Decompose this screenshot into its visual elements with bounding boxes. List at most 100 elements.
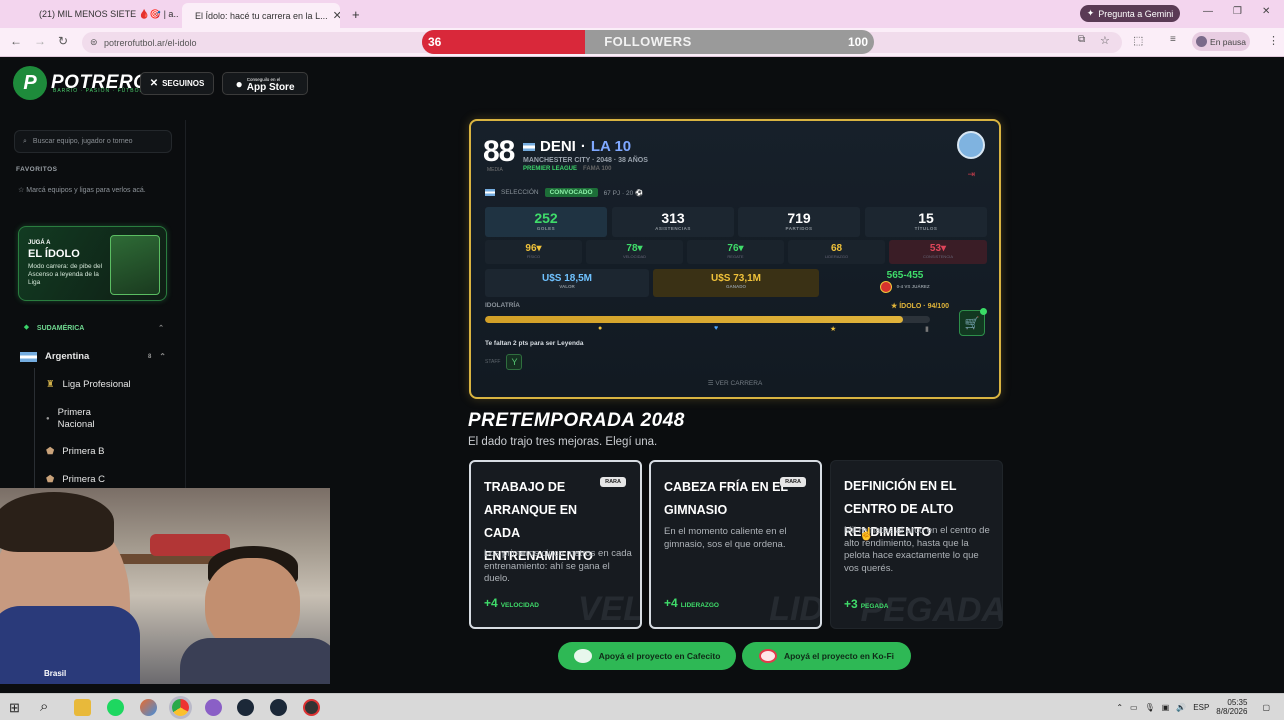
ver-carrera-link[interactable]: ☰ VER CARRERA — [471, 379, 999, 387]
volume-icon[interactable]: 🔊 — [1176, 703, 1186, 712]
argentina-flag-icon — [20, 351, 37, 362]
staff-member-icon[interactable]: Y — [506, 354, 523, 370]
battery-icon[interactable]: ▭ — [1130, 703, 1138, 712]
cafecito-icon — [573, 649, 592, 663]
bookmark-star-icon[interactable]: ☆ — [1100, 34, 1110, 47]
file-explorer-icon[interactable] — [74, 699, 91, 716]
rarity-badge: RARA — [780, 477, 806, 487]
site-info-icon[interactable]: ⊜ — [90, 37, 98, 48]
argentina-flag-icon — [523, 142, 535, 151]
close-tab-icon[interactable]: ✕ — [333, 9, 340, 22]
chevron-up-icon[interactable]: ⌃ — [1116, 703, 1123, 712]
league-primera-c[interactable]: ⬟ Primera C — [46, 474, 105, 485]
media-controls-icon[interactable]: ≡ — [1170, 34, 1176, 45]
trophy-icon: ♜ — [46, 379, 55, 390]
obs-icon[interactable] — [303, 699, 320, 716]
kofi-support-button[interactable]: Apoyá el proyecto en Ko-Fi — [742, 642, 911, 670]
league-liga-profesional[interactable]: ♜ Liga Profesional — [46, 379, 131, 390]
chrome-icon[interactable] — [172, 699, 189, 716]
install-app-icon[interactable]: ⧉ — [1078, 34, 1085, 45]
reload-icon[interactable]: ↻ — [58, 34, 68, 48]
stat-value: 313 — [661, 210, 685, 226]
profile-button[interactable]: En pausa — [1192, 32, 1250, 51]
region-sudamerica[interactable]: ⬥ SUDAMÉRICA ⌃ — [24, 324, 164, 332]
discord-icon[interactable] — [205, 699, 222, 716]
cafecito-support-button[interactable]: Apoyá el proyecto en Cafecito — [558, 642, 736, 670]
option-watermark: VEL — [577, 590, 642, 628]
location-pin-icon: ⬥ — [24, 324, 29, 331]
language-indicator[interactable]: ESP — [1193, 703, 1209, 712]
app-store-button[interactable]: ● Conseguilo en el App Store — [222, 72, 308, 95]
logout-icon[interactable]: ⇥ — [967, 169, 975, 180]
back-icon[interactable]: ← — [10, 34, 22, 48]
favoritos-heading: FAVORITOS — [16, 166, 58, 173]
stat-asistencias: 313 ASISTENCIAS — [612, 207, 734, 237]
selection-status-badge: CONVOCADO — [544, 188, 598, 197]
upgrade-option-liderazgo[interactable]: LID CABEZA FRÍA EN EL GIMNASIO RARA En e… — [649, 460, 822, 629]
league-primera-b[interactable]: ⬟ Primera B — [46, 446, 105, 457]
attr-value: 78▾ — [626, 243, 643, 254]
upgrade-option-pegada[interactable]: PEGADA DEFINICIÓN EN EL CENTRO DE ALTO R… — [830, 460, 1003, 629]
maximize-icon[interactable]: ❐ — [1233, 6, 1242, 17]
microphone-icon[interactable]: 🎙 — [1145, 703, 1155, 712]
promo-small: JUGÁ A — [28, 240, 51, 246]
star-icon: ☆ — [18, 187, 27, 194]
potrero-logo[interactable]: P POTRERO BARRIO · PASIÓN · FÚTBOL — [13, 66, 148, 100]
close-window-icon[interactable]: ✕ — [1262, 6, 1270, 17]
x-logo-icon: ✕ — [149, 78, 159, 89]
attr-regate: 76▾ REGATE — [687, 240, 784, 264]
idolatria-progress-track — [485, 316, 930, 323]
gemini-button[interactable]: ✦ Pregunta a Gemini — [1080, 5, 1180, 22]
tab-title: (21) MIL MENOS SIETE 🩸🎯 | a... — [39, 8, 178, 19]
copilot-icon[interactable] — [140, 699, 157, 716]
minimize-icon[interactable]: — — [1203, 6, 1213, 17]
ganado-box: U$S 73,1M GANADO — [653, 269, 819, 297]
valor-label: VALOR — [559, 284, 575, 289]
league-row: PREMIER LEAGUE FAMA 100 — [523, 166, 611, 172]
browser-tab-youtube[interactable]: (21) MIL MENOS SIETE 🩸🎯 | a... ✕ — [26, 4, 178, 24]
stat-titulos: 15 TÍTULOS — [865, 207, 987, 237]
spotify-icon[interactable] — [107, 699, 124, 716]
new-tab-button[interactable]: + — [344, 4, 368, 24]
follow-x-button[interactable]: ✕ SEGUINOS — [140, 72, 214, 95]
forward-icon[interactable]: → — [34, 34, 46, 48]
search-input[interactable]: ⌕ Buscar equipo, jugador o torneo — [14, 130, 172, 153]
search-placeholder: Buscar equipo, jugador o torneo — [32, 138, 133, 145]
club-crest-icon[interactable] — [957, 131, 985, 159]
record-label: 0-4 VS JUÁREZ — [823, 281, 987, 293]
kebab-menu-icon[interactable]: ⋮ — [1268, 34, 1279, 47]
attr-value: 53▾ — [929, 243, 947, 254]
tab-title: El Ídolo: hacé tu carrera en la L... — [195, 10, 328, 21]
promo-title: EL ÍDOLO — [28, 248, 80, 260]
avatar — [1196, 36, 1208, 47]
browser-tab-potrero[interactable]: El Ídolo: hacé tu carrera en la L... ✕ — [182, 3, 340, 28]
extensions-icon[interactable]: ⬚ — [1133, 34, 1143, 47]
league-primera-nacional[interactable]: ● Primera Nacional — [46, 407, 118, 431]
sparkle-icon: ✦ — [1086, 8, 1095, 18]
option-watermark: LID — [769, 590, 822, 628]
shop-cart-button[interactable]: 🛒 — [959, 308, 987, 336]
idolatria-status: ★ ÍDOLO · 94/100 — [890, 303, 949, 310]
followers-goal: 100 — [847, 35, 868, 49]
el-idolo-promo-card[interactable]: JUGÁ A EL ÍDOLO Modo carrera: de pibe de… — [18, 226, 167, 301]
country-argentina[interactable]: Argentina 8 ⌃ — [20, 351, 166, 362]
network-icon[interactable]: ▣ — [1162, 703, 1170, 712]
webcam-overlay: Brasil — [0, 488, 330, 684]
selection-extra: 67 PJ · 20 ⚽ — [603, 189, 644, 197]
notifications-icon[interactable]: ▢ — [1262, 703, 1270, 712]
search-icon[interactable]: ⌕ — [40, 698, 48, 715]
profile-status: En pausa — [1210, 36, 1246, 47]
windows-start-icon[interactable]: ⊞ — [9, 700, 20, 716]
clock[interactable]: 05:35 8/8/2026 — [1216, 698, 1247, 716]
upgrade-option-velocidad[interactable]: VEL TRABAJO DE ARRANQUE EN CADA ENTRENAM… — [469, 460, 642, 629]
favoritos-text: ☆ Marcá equipos y ligas para verlos acá. — [18, 187, 146, 194]
argentina-flag-icon — [485, 189, 495, 196]
kofi-label: Apoyá el proyecto en Ko-Fi — [783, 651, 895, 661]
milestone-star-icon: ★ — [830, 326, 837, 333]
steam-icon[interactable] — [237, 699, 254, 716]
mouse-cursor-icon: ☝ — [859, 527, 874, 541]
apple-icon: ● — [235, 76, 243, 91]
selection-label: SELECCIÓN — [501, 189, 539, 196]
steam-icon-2[interactable] — [270, 699, 287, 716]
followers-current: 36 — [428, 35, 442, 49]
